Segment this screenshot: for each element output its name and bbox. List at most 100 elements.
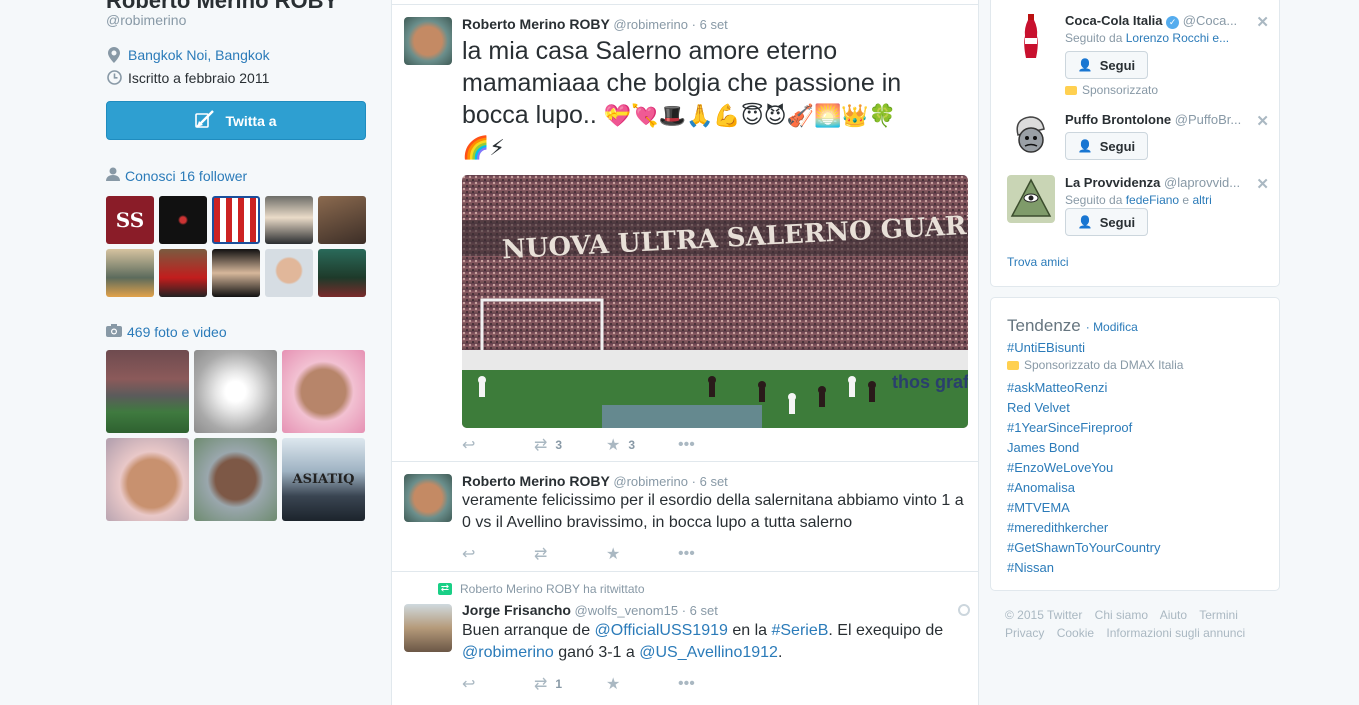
media-thumbnail[interactable]	[194, 438, 277, 521]
mention-link[interactable]: @robimerino	[462, 644, 554, 661]
more-button[interactable]: •••	[678, 545, 750, 563]
promoted-icon	[1007, 360, 1019, 370]
conversation-icon[interactable]	[958, 604, 970, 616]
trend-item[interactable]: #MTVEMA	[1007, 500, 1070, 515]
favorite-button[interactable]: ★	[606, 674, 678, 694]
reply-button[interactable]: ↩	[462, 674, 534, 694]
follow-button[interactable]: 👤 Segui	[1065, 132, 1148, 160]
media-thumbnail[interactable]	[106, 350, 189, 433]
trend-item[interactable]: #Anomalisa	[1007, 480, 1075, 495]
context-link[interactable]: fedeFiano	[1126, 193, 1179, 207]
photos-videos-header[interactable]: 469 foto e video	[106, 324, 227, 340]
suggestion-name-line[interactable]: Coca-Cola Italia ✓ @Coca...	[1065, 13, 1237, 29]
trend-item[interactable]: #meredithkercher	[1007, 520, 1108, 535]
tweet-time[interactable]: · 6 set	[692, 474, 728, 489]
tweet-username[interactable]: @robimerino	[613, 17, 688, 32]
follow-button[interactable]: 👤 Segui	[1065, 208, 1148, 236]
follower-avatar[interactable]	[212, 249, 260, 297]
more-button[interactable]: •••	[678, 436, 750, 454]
suggestion-avatar[interactable]	[1007, 175, 1055, 223]
media-thumbnail[interactable]	[106, 438, 189, 521]
tweet-fullname[interactable]: Roberto Merino ROBY	[462, 473, 610, 489]
retweet-button[interactable]: ⇄ 1	[534, 674, 606, 694]
location-link[interactable]: Bangkok Noi, Bangkok	[128, 47, 270, 63]
follower-avatar[interactable]	[106, 249, 154, 297]
retweet-button[interactable]: ⇄ 3	[534, 435, 606, 455]
find-friends-link[interactable]: Trova amici	[1007, 255, 1069, 269]
more-icon: •••	[678, 675, 695, 692]
context-link[interactable]: Lorenzo Rocchi e...	[1126, 31, 1229, 45]
retweet-button[interactable]: ⇄	[534, 544, 606, 564]
dismiss-icon[interactable]: ✕	[1256, 13, 1269, 31]
location-pin-icon	[106, 47, 122, 63]
avatar[interactable]	[404, 17, 452, 65]
tweet-text-part: . El exequipo de	[828, 622, 944, 639]
trend-item[interactable]: #askMatteoRenzi	[1007, 380, 1107, 395]
retweet-context-text[interactable]: Roberto Merino ROBY ha ritwittato	[460, 582, 645, 596]
tweet-fullname[interactable]: Roberto Merino ROBY	[462, 16, 610, 32]
suggestion-avatar[interactable]	[1007, 112, 1055, 160]
media-thumbnail[interactable]	[194, 350, 277, 433]
trend-item[interactable]: #Nissan	[1007, 560, 1054, 575]
reply-button[interactable]: ↩	[462, 544, 534, 564]
trends-edit-link[interactable]: · Modifica	[1086, 320, 1138, 334]
avatar[interactable]	[404, 474, 452, 522]
media-thumbnail[interactable]	[282, 350, 365, 433]
profile-handle[interactable]: @robimerino	[106, 12, 186, 28]
mention-link[interactable]: @US_Avellino1912	[639, 644, 778, 661]
suggestion-name-line[interactable]: Puffo Brontolone @PuffoBr...	[1065, 112, 1241, 127]
follower-avatar[interactable]	[318, 196, 366, 244]
tweet-to-button[interactable]: Twitta a	[106, 101, 366, 140]
trend-item[interactable]: #UntiEBisunti	[1007, 340, 1085, 355]
more-button[interactable]: •••	[678, 675, 750, 693]
footer-link-terms[interactable]: Termini	[1199, 608, 1238, 622]
favorite-button[interactable]: ★ 3	[606, 435, 678, 455]
hashtag-link[interactable]: #SerieB	[771, 622, 828, 639]
follower-avatar[interactable]: SS	[106, 196, 154, 244]
suggestion-name-line[interactable]: La Provvidenza @laprovvid...	[1065, 175, 1240, 190]
tweet-fullname[interactable]: Jorge Frisancho	[462, 602, 571, 618]
media-thumbnail[interactable]: ASIATIQ	[282, 438, 365, 521]
tweet[interactable]: ⇄ Roberto Merino ROBY ha ritwittato Jorg…	[392, 571, 978, 705]
tweet-time[interactable]: · 6 set	[692, 17, 728, 32]
footer-link-ads[interactable]: Informazioni sugli annunci	[1106, 626, 1245, 640]
footer-link-privacy[interactable]: Privacy	[1005, 626, 1044, 640]
retweet-icon: ⇄	[534, 437, 548, 454]
follower-avatar[interactable]	[159, 249, 207, 297]
footer-link-about[interactable]: Chi siamo	[1095, 608, 1148, 622]
tweet-time[interactable]: · 6 set	[682, 603, 718, 618]
follower-avatar[interactable]	[265, 196, 313, 244]
tweet[interactable]: Roberto Merino ROBY @robimerino · 6 set …	[392, 4, 978, 461]
trend-item[interactable]: Red Velvet	[1007, 400, 1070, 415]
trend-item[interactable]: #1YearSinceFireproof	[1007, 420, 1132, 435]
tweet[interactable]: Roberto Merino ROBY @robimerino · 6 set …	[392, 461, 978, 571]
trend-item[interactable]: #EnzoWeLoveYou	[1007, 460, 1113, 475]
footer-link-help[interactable]: Aiuto	[1160, 608, 1187, 622]
suggestion-avatar[interactable]	[1007, 13, 1055, 61]
tweet-username[interactable]: @robimerino	[613, 474, 688, 489]
dismiss-icon[interactable]: ✕	[1256, 112, 1269, 130]
context-link[interactable]: altri	[1192, 193, 1211, 207]
trend-item[interactable]: James Bond	[1007, 440, 1079, 455]
follower-avatar[interactable]	[318, 249, 366, 297]
avatar[interactable]	[404, 604, 452, 652]
tweet-username[interactable]: @wolfs_venom15	[575, 603, 679, 618]
tweet-photo[interactable]: NUOVA ULTRA SALERNO GUARDIA thos grafic	[462, 175, 968, 428]
reply-button[interactable]: ↩	[462, 435, 534, 455]
favorite-button[interactable]: ★	[606, 544, 678, 564]
follow-user-icon: 👤	[1077, 215, 1093, 229]
sponsored-text: Sponsorizzato	[1082, 83, 1159, 97]
retweet-icon: ⇄	[534, 546, 548, 563]
tweet-text-line: bocca lupo..	[462, 101, 597, 129]
follower-avatar[interactable]	[212, 196, 260, 244]
star-icon: ★	[606, 546, 621, 563]
trend-item[interactable]: #GetShawnToYourCountry	[1007, 540, 1160, 555]
tweet-actions: ↩ ⇄ 1 ★ •••	[462, 674, 750, 694]
mention-link[interactable]: @OfficialUSS1919	[595, 622, 728, 639]
follower-avatar[interactable]	[265, 249, 313, 297]
follower-avatar[interactable]	[159, 196, 207, 244]
follow-button[interactable]: 👤 Segui	[1065, 51, 1148, 79]
followers-you-know-header[interactable]: Conosci 16 follower	[106, 167, 247, 184]
footer-link-cookie[interactable]: Cookie	[1057, 626, 1094, 640]
dismiss-icon[interactable]: ✕	[1256, 175, 1269, 193]
